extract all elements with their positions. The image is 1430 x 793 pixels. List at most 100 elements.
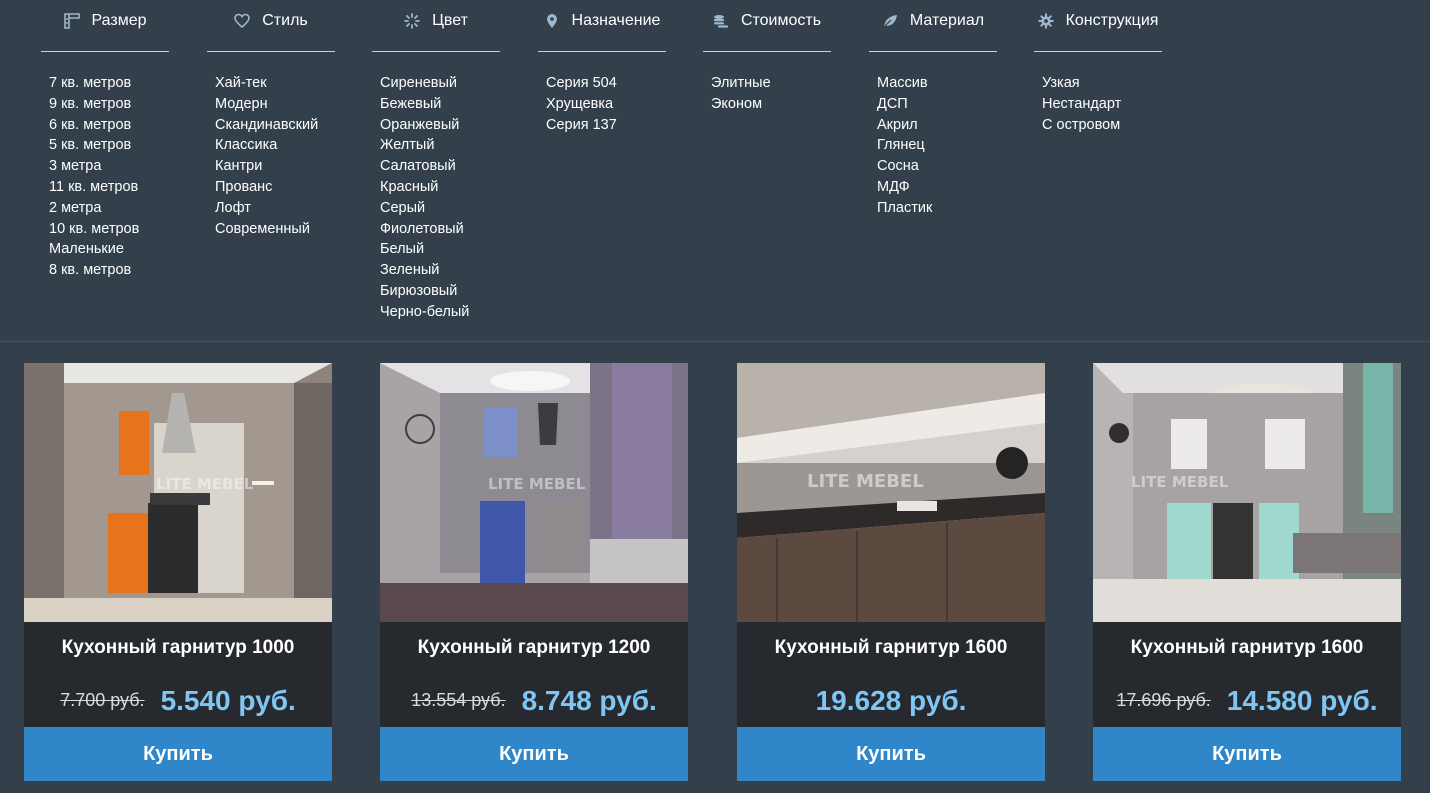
- heart-icon: [234, 13, 251, 29]
- filter-option[interactable]: 7 кв. метров: [49, 73, 169, 94]
- filter-heading-material[interactable]: Материал: [869, 0, 997, 52]
- product-card: LITE MEBEL Кухонный гарнитур 1000 7.700 …: [24, 363, 332, 781]
- ruler-icon: [63, 12, 80, 29]
- price-row: 13.554 руб. 8.748 руб.: [380, 674, 688, 727]
- product-image[interactable]: LITE MEBEL: [380, 363, 688, 622]
- filter-option[interactable]: 3 метра: [49, 156, 169, 177]
- filter-option[interactable]: Элитные: [711, 73, 831, 94]
- filter-option[interactable]: Серия 504: [546, 73, 666, 94]
- product-title: Кухонный гарнитур 1000: [61, 637, 295, 658]
- product-image[interactable]: LITE MEBEL: [737, 363, 1045, 622]
- filter-title: Стиль: [262, 11, 308, 29]
- old-price: 17.696 руб.: [1116, 690, 1211, 710]
- filter-option[interactable]: Черно-белый: [380, 302, 500, 323]
- watermark-text: LITE MEBEL: [488, 475, 586, 493]
- map-marker-icon: [544, 13, 560, 29]
- filter-menu: Размер 7 кв. метров 9 кв. метров 6 кв. м…: [0, 0, 1430, 342]
- filter-heading-construction[interactable]: Конструкция: [1034, 0, 1162, 52]
- product-title: Кухонный гарнитур 1200: [417, 637, 651, 658]
- filter-option[interactable]: Бежевый: [380, 94, 500, 115]
- filter-option[interactable]: Лофт: [215, 198, 335, 219]
- current-price: 8.748 руб.: [521, 684, 657, 716]
- coins-icon: [713, 13, 729, 29]
- filter-heading-color[interactable]: Цвет: [372, 0, 500, 52]
- filter-heading-style[interactable]: Стиль: [207, 0, 335, 52]
- filter-option[interactable]: Узкая: [1042, 73, 1162, 94]
- filter-option[interactable]: 9 кв. метров: [49, 94, 169, 115]
- filter-column-purpose: Назначение Серия 504 Хрущевка Серия 137: [538, 0, 666, 135]
- filter-column-price: Стоимость Элитные Эконом: [703, 0, 831, 115]
- filter-column-construction: Конструкция Узкая Нестандарт С островом: [1034, 0, 1162, 135]
- filter-title: Конструкция: [1065, 11, 1159, 29]
- filter-title: Размер: [91, 11, 147, 29]
- filter-option[interactable]: Массив: [877, 73, 997, 94]
- filter-option[interactable]: Оранжевый: [380, 115, 500, 136]
- product-image[interactable]: LITE MEBEL: [24, 363, 332, 622]
- old-price: 13.554 руб.: [411, 690, 506, 710]
- filter-option[interactable]: 6 кв. метров: [49, 115, 169, 136]
- filter-option[interactable]: Маленькие: [49, 239, 169, 260]
- filter-option[interactable]: ДСП: [877, 94, 997, 115]
- filter-option[interactable]: МДФ: [877, 177, 997, 198]
- filter-option[interactable]: Пластик: [877, 198, 997, 219]
- filter-title: Назначение: [571, 11, 661, 29]
- leaf-icon: [882, 13, 898, 29]
- filter-option[interactable]: Модерн: [215, 94, 335, 115]
- filter-option[interactable]: Белый: [380, 239, 500, 260]
- filter-option[interactable]: Зеленый: [380, 260, 500, 281]
- filter-list-material: Массив ДСП Акрил Глянец Сосна МДФ Пласти…: [869, 52, 997, 219]
- filter-option[interactable]: Сиреневый: [380, 73, 500, 94]
- filter-option[interactable]: Классика: [215, 135, 335, 156]
- product-card: LITE MEBEL Кухонный гарнитур 1600 17.696…: [1093, 363, 1401, 781]
- buy-button[interactable]: Купить: [1093, 727, 1401, 781]
- filter-option[interactable]: Глянец: [877, 135, 997, 156]
- filter-list-price: Элитные Эконом: [703, 52, 831, 115]
- filter-option[interactable]: Акрил: [877, 115, 997, 136]
- filter-option[interactable]: 11 кв. метров: [49, 177, 169, 198]
- filter-option[interactable]: Серия 137: [546, 115, 666, 136]
- product-card: LITE MEBEL Кухонный гарнитур 1600 19.628…: [737, 363, 1045, 781]
- filter-option[interactable]: Современный: [215, 219, 335, 240]
- filter-list-size: 7 кв. метров 9 кв. метров 6 кв. метров 5…: [41, 52, 169, 281]
- filter-option[interactable]: 10 кв. метров: [49, 219, 169, 240]
- spinner-icon: [404, 12, 420, 29]
- product-image[interactable]: LITE MEBEL: [1093, 363, 1401, 622]
- filter-option[interactable]: Салатовый: [380, 156, 500, 177]
- filter-option[interactable]: Красный: [380, 177, 500, 198]
- filter-option[interactable]: Желтый: [380, 135, 500, 156]
- filter-option[interactable]: Прованс: [215, 177, 335, 198]
- filter-option[interactable]: Сосна: [877, 156, 997, 177]
- filter-heading-size[interactable]: Размер: [41, 0, 169, 52]
- watermark-text: LITE MEBEL: [807, 471, 924, 492]
- product-title: Кухонный гарнитур 1600: [1130, 637, 1364, 658]
- current-price: 14.580 руб.: [1226, 684, 1378, 716]
- filter-option[interactable]: Хай-тек: [215, 73, 335, 94]
- filter-option[interactable]: Кантри: [215, 156, 335, 177]
- filter-option[interactable]: 2 метра: [49, 198, 169, 219]
- filter-title: Стоимость: [740, 11, 822, 29]
- filter-option[interactable]: Серый: [380, 198, 500, 219]
- watermark-text: LITE MEBEL: [1131, 473, 1229, 491]
- filter-option[interactable]: Скандинавский: [215, 115, 335, 136]
- current-price: 5.540 руб.: [160, 684, 296, 716]
- product-card: LITE MEBEL Кухонный гарнитур 1200 13.554…: [380, 363, 688, 781]
- filter-option[interactable]: 8 кв. метров: [49, 260, 169, 281]
- filter-heading-purpose[interactable]: Назначение: [538, 0, 666, 52]
- filter-option[interactable]: 5 кв. метров: [49, 135, 169, 156]
- price-row: 19.628 руб.: [737, 674, 1045, 727]
- filter-option[interactable]: Нестандарт: [1042, 94, 1162, 115]
- buy-button[interactable]: Купить: [380, 727, 688, 781]
- filter-option[interactable]: Эконом: [711, 94, 831, 115]
- filter-heading-price[interactable]: Стоимость: [703, 0, 831, 52]
- filter-option[interactable]: Хрущевка: [546, 94, 666, 115]
- buy-button[interactable]: Купить: [737, 727, 1045, 781]
- filter-option[interactable]: С островом: [1042, 115, 1162, 136]
- buy-button[interactable]: Купить: [24, 727, 332, 781]
- filter-list-color: Сиреневый Бежевый Оранжевый Желтый Салат…: [372, 52, 500, 323]
- filter-option[interactable]: Бирюзовый: [380, 281, 500, 302]
- filter-list-construction: Узкая Нестандарт С островом: [1034, 52, 1162, 135]
- filter-list-style: Хай-тек Модерн Скандинавский Классика Ка…: [207, 52, 335, 239]
- product-title: Кухонный гарнитур 1600: [774, 637, 1008, 658]
- gear-icon: [1038, 13, 1054, 29]
- filter-option[interactable]: Фиолетовый: [380, 219, 500, 240]
